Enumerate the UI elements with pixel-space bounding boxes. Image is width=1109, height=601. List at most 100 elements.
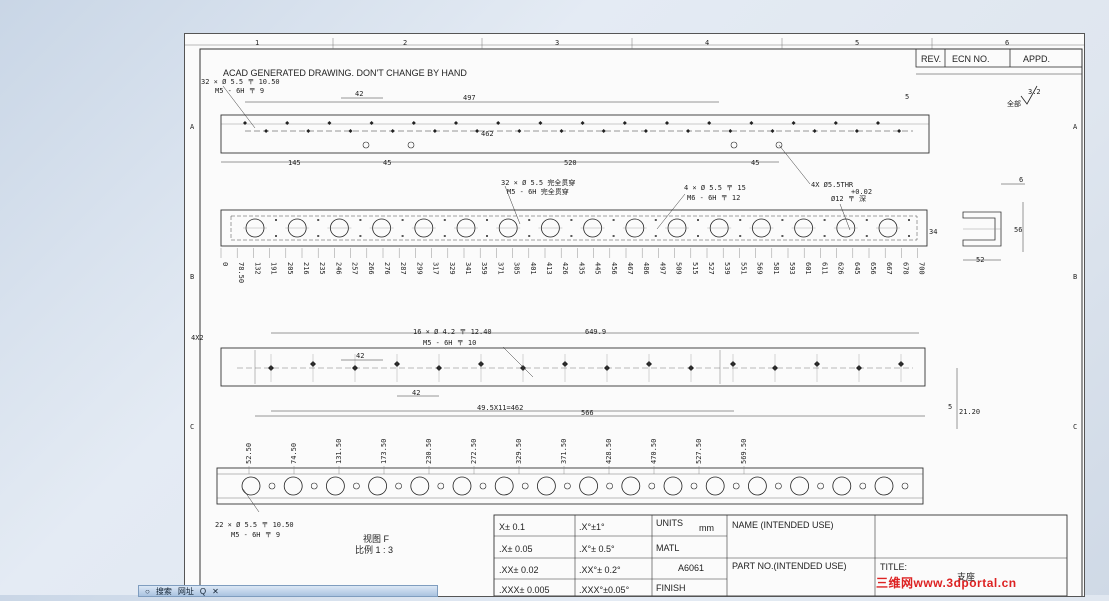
v1-callout-sub: M5 - 6H 〒 9 bbox=[215, 87, 264, 95]
zone-1: 1 bbox=[255, 39, 259, 47]
v4-ordinate-label: 230.50 bbox=[425, 439, 433, 464]
v2-ordinate-label: 551 bbox=[739, 262, 747, 275]
search-icon[interactable]: ○ bbox=[145, 587, 150, 596]
hole-mark bbox=[707, 121, 712, 125]
zone-b: B bbox=[190, 273, 194, 281]
search-toolbar[interactable]: ○ 搜索 网址 Q ✕ bbox=[138, 585, 438, 597]
close-icon[interactable]: ✕ bbox=[212, 587, 219, 596]
hole-mark bbox=[897, 129, 902, 133]
v2-ordinate-label: 205 bbox=[286, 262, 294, 275]
v4-callout-sub: M5 - 6H 〒 9 bbox=[231, 531, 280, 539]
v3-dim-5: 5 bbox=[948, 403, 952, 411]
v2-ordinate-label: 287 bbox=[399, 262, 407, 275]
hole-mark bbox=[580, 121, 585, 125]
tapped-hole bbox=[437, 482, 445, 490]
v2-ordinate-label: 667 bbox=[885, 262, 893, 275]
counterbore-hole bbox=[663, 476, 683, 496]
tol-ang2: .X°± 0.5° bbox=[579, 544, 615, 554]
view-label: 视图 F bbox=[363, 533, 390, 544]
tol-xxxx: .XXX± 0.005 bbox=[499, 585, 549, 595]
roughness-value: 3.2 bbox=[1028, 88, 1041, 96]
tapped-hole bbox=[859, 482, 867, 490]
counterbore-hole bbox=[368, 476, 388, 496]
counterbore-hole bbox=[325, 476, 345, 496]
v2-ordinate-label: 359 bbox=[480, 262, 488, 275]
counterbore-hole bbox=[874, 476, 894, 496]
tapped-hole bbox=[690, 482, 698, 490]
appd-label: APPD. bbox=[1023, 54, 1050, 64]
v2-ordinate-label: 569 bbox=[756, 262, 764, 275]
zone-a: A bbox=[190, 123, 195, 131]
tapped-hole bbox=[353, 482, 360, 490]
hole-mark bbox=[390, 129, 395, 133]
zone-c: C bbox=[190, 423, 194, 431]
v3-dim-649: 649.9 bbox=[585, 328, 606, 336]
matl-label: MATL bbox=[656, 543, 679, 553]
v3-dim-21: 21.20 bbox=[959, 408, 980, 416]
hole-mark bbox=[538, 121, 543, 125]
v2-ordinate-label: 611 bbox=[820, 262, 828, 275]
tapped-hole bbox=[817, 482, 824, 490]
v3-dim-42b: 42 bbox=[412, 389, 420, 397]
v2-ordinate-label: 371 bbox=[496, 262, 504, 275]
hole-mark bbox=[285, 121, 290, 125]
view-3: 4X2 16 × Ø 4.2 〒 12.40 M5 - 6H 〒 10 649.… bbox=[191, 328, 980, 429]
v4-callout: 22 × Ø 5.5 〒 10.50 bbox=[215, 521, 294, 529]
v2-ordinate-label: 645 bbox=[853, 262, 861, 275]
hole-mark bbox=[812, 129, 817, 133]
v4-ordinate-label: 569.50 bbox=[740, 439, 748, 464]
generated-note: ACAD GENERATED DRAWING. DON'T CHANGE BY … bbox=[223, 68, 467, 78]
counterbore-hole bbox=[790, 476, 809, 496]
v2-ordinate-label: 467 bbox=[626, 262, 634, 275]
v2-ordinate-label: 515 bbox=[691, 262, 699, 275]
zone-3: 3 bbox=[555, 39, 559, 47]
v4-ordinate-label: 131.50 bbox=[335, 439, 343, 464]
hole-mark bbox=[411, 121, 416, 125]
view-1: 42 497 462 5 145 45 520 45 32 × Ø 5.5 〒 … bbox=[201, 78, 930, 189]
v2-ordinate-label: 656 bbox=[869, 262, 877, 275]
zone-c-right: C bbox=[1073, 423, 1077, 431]
v2-ordinate-label: 317 bbox=[432, 262, 440, 275]
v2-ordinate-label: 266 bbox=[367, 262, 375, 275]
v1-dim-497: 497 bbox=[463, 94, 476, 102]
hole-mark bbox=[243, 121, 247, 125]
v2-ordinate-label: 539 bbox=[723, 262, 731, 275]
hole-mark bbox=[854, 129, 859, 133]
hole-mark bbox=[475, 129, 480, 133]
v2-section-h: 56 bbox=[1014, 226, 1022, 234]
v2-callout-b-sub: M6 - 6H 〒 12 bbox=[687, 194, 740, 202]
zone-a-right: A bbox=[1073, 123, 1078, 131]
tol-ang4: .XXX°±0.05° bbox=[579, 585, 630, 595]
v1-callout: 32 × Ø 5.5 〒 10.50 bbox=[201, 78, 280, 86]
hole-mark bbox=[601, 129, 606, 133]
v2-ordinate-label: 216 bbox=[302, 262, 310, 275]
v4-ordinate-label: 470.50 bbox=[650, 439, 658, 464]
v2-ordinate-label: 401 bbox=[529, 262, 537, 275]
hole-mark bbox=[264, 129, 269, 133]
tol-ang3: .XX°± 0.2° bbox=[579, 565, 621, 575]
v2-ordinate-label: 626 bbox=[837, 262, 845, 275]
v3-dim-42a: 42 bbox=[356, 352, 364, 360]
ecn-label: ECN NO. bbox=[952, 54, 990, 64]
v1-dim-45a: 45 bbox=[383, 159, 391, 167]
v4-ordinate-label: 329.50 bbox=[515, 439, 523, 464]
name-label: NAME (INTENDED USE) bbox=[732, 520, 834, 530]
v2-ordinate-label: 581 bbox=[772, 262, 780, 275]
v2-ordinate-label: 700 bbox=[918, 262, 926, 275]
tapped-hole bbox=[564, 482, 571, 490]
v2-ordinate-label: 191 bbox=[270, 262, 278, 275]
hole-mark bbox=[454, 121, 458, 125]
hole-mark bbox=[327, 121, 332, 125]
v1-dim-5: 5 bbox=[905, 93, 909, 101]
units-value: mm bbox=[699, 523, 714, 533]
extra-button[interactable]: Q bbox=[200, 587, 206, 596]
v3-callout: 16 × Ø 4.2 〒 12.40 bbox=[413, 328, 492, 336]
v2-ordinate-label: 341 bbox=[464, 262, 472, 275]
zone-b-right: B bbox=[1073, 273, 1077, 281]
v2-ordinate-label: 385 bbox=[513, 262, 521, 275]
matl-value: A6061 bbox=[678, 563, 704, 573]
tol-xxx: .XX± 0.02 bbox=[499, 565, 538, 575]
v4-ordinate-label: 272.50 bbox=[470, 439, 478, 464]
v2-section-bot: 52 bbox=[976, 256, 984, 264]
v2-ordinate-label: 527 bbox=[707, 262, 715, 275]
